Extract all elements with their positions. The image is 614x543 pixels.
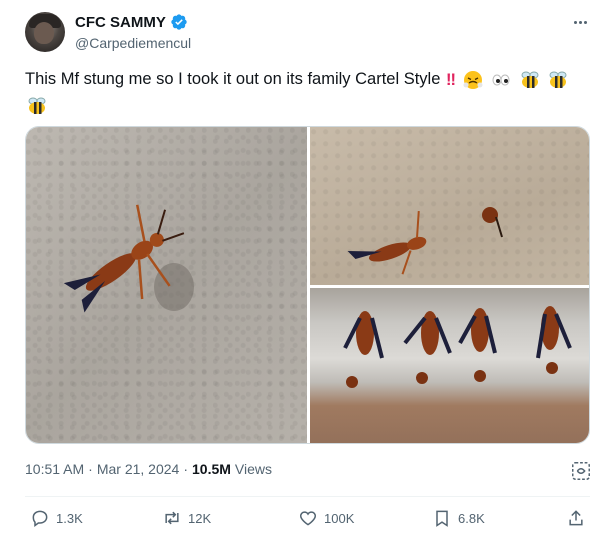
honeybee-icon: [549, 71, 567, 88]
bookmark-button[interactable]: 6.8K: [432, 508, 485, 528]
action-bar-divider: [25, 496, 590, 497]
honeybee-icon: [521, 71, 539, 88]
grok-analyze-icon[interactable]: [570, 460, 592, 482]
meta-separator: ·: [183, 461, 188, 477]
photo-wasp-and-head[interactable]: [310, 127, 589, 285]
meta-separator: ·: [88, 461, 93, 477]
double-exclamation-icon: !!: [446, 70, 456, 89]
repost-count: 12K: [188, 510, 212, 526]
author-handle[interactable]: @Carpediemencul: [75, 35, 191, 51]
tweet-card: CFC SAMMY @Carpediemencul This Mf stung …: [0, 0, 614, 543]
views-count: 10.5M: [192, 461, 231, 477]
author-display-name[interactable]: CFC SAMMY: [75, 14, 166, 31]
like-count: 100K: [324, 510, 355, 526]
repost-icon: [165, 511, 179, 525]
photo-wasps-lined-up[interactable]: [310, 288, 589, 443]
share-icon: [569, 510, 583, 526]
views-label: Views: [234, 461, 273, 477]
action-bar: 1.3K 12K 100K 6.8K: [0, 508, 614, 536]
heart-icon: [299, 511, 317, 526]
tweet-date[interactable]: Mar 21, 2024: [97, 461, 180, 477]
tweet-time[interactable]: 10:51 AM: [25, 461, 84, 477]
face-with-steam-icon: [463, 70, 483, 89]
tweet-meta: 10:51 AM · Mar 21, 2024 · 10.5M Views: [25, 461, 272, 477]
reply-count: 1.3K: [56, 510, 83, 526]
tweet-text: This Mf stung me so I took it out on its…: [25, 70, 441, 88]
tweet-text-block: This Mf stung me so I took it out on its…: [25, 66, 590, 119]
reply-button[interactable]: 1.3K: [30, 508, 83, 528]
avatar[interactable]: [25, 12, 65, 52]
reply-icon: [32, 510, 48, 527]
honeybee-icon: [28, 97, 46, 115]
author-name-row: CFC SAMMY: [75, 13, 188, 31]
eyes-icon: [492, 74, 510, 86]
bookmark-icon: [436, 510, 448, 527]
media-grid: [25, 126, 590, 444]
share-button[interactable]: [566, 508, 586, 528]
repost-button[interactable]: 12K: [162, 508, 211, 528]
bookmark-count: 6.8K: [458, 510, 485, 526]
photo-wasp-on-concrete[interactable]: [26, 127, 307, 443]
verified-badge-icon: [171, 14, 187, 30]
more-options-icon[interactable]: [568, 12, 592, 32]
like-button[interactable]: 100K: [298, 508, 354, 528]
